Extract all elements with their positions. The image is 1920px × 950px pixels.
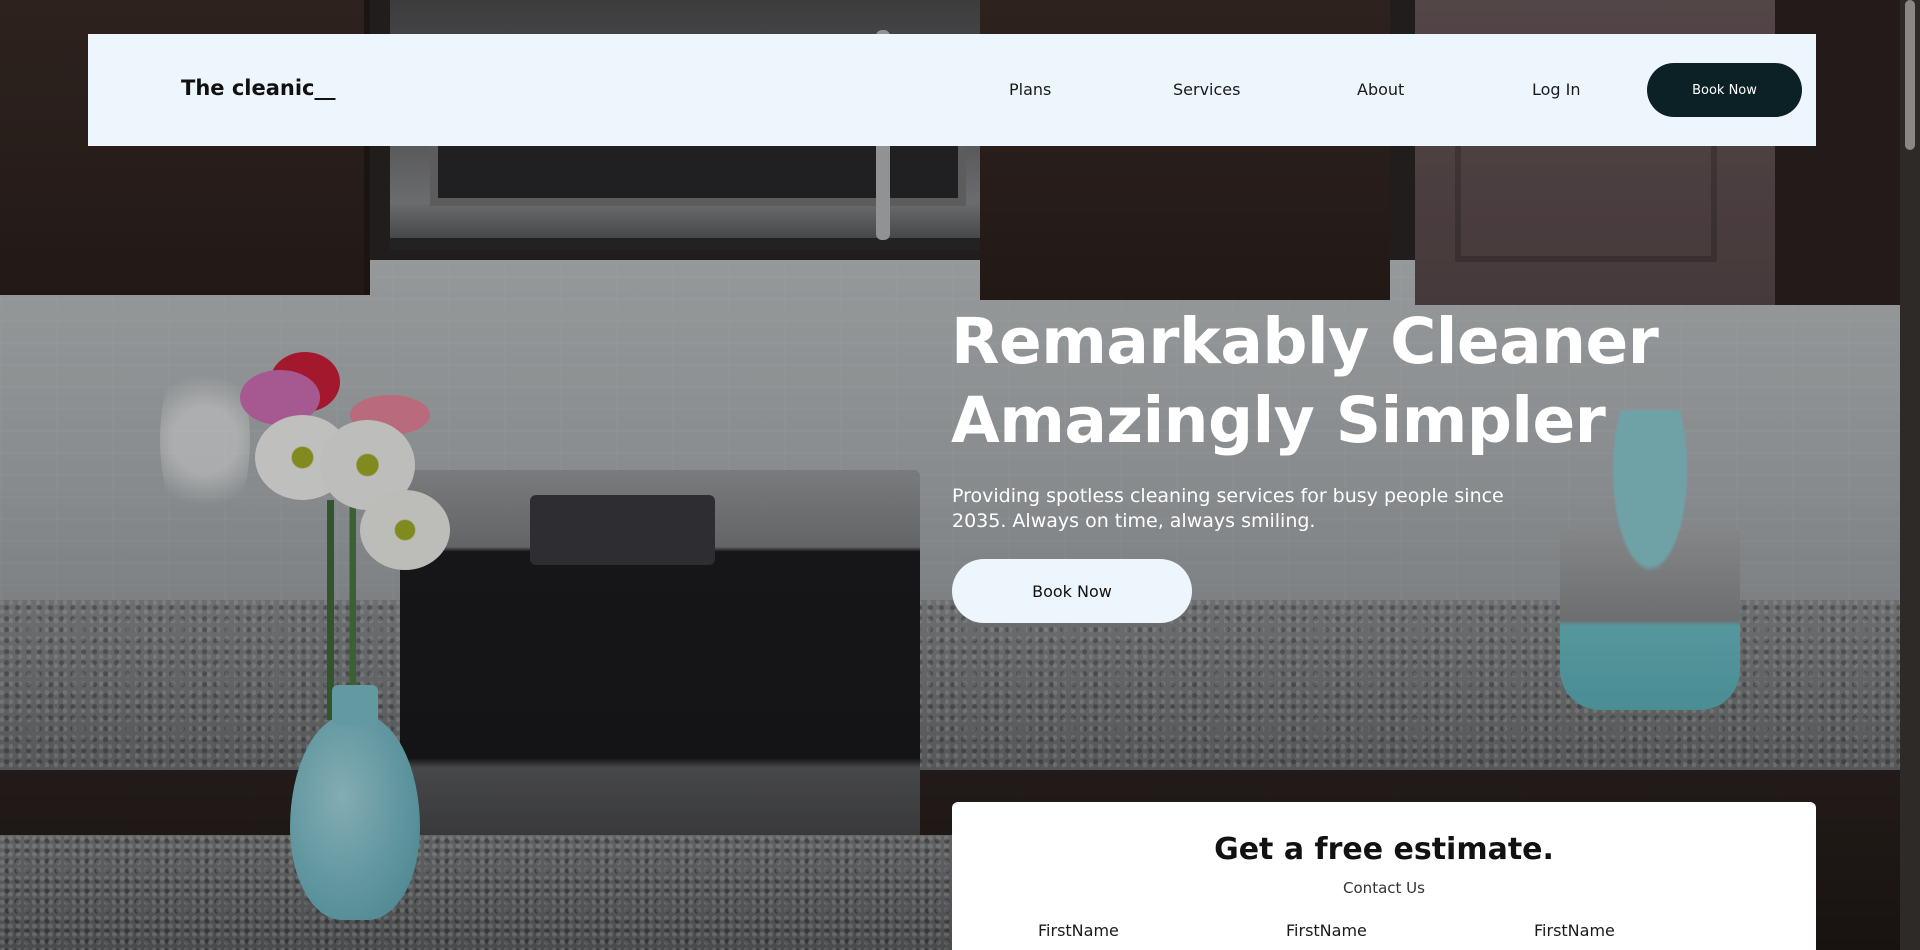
estimate-form-card: Get a free estimate. Contact Us FirstNam… — [952, 802, 1816, 950]
hero-title-line-1: Remarkably Cleaner — [951, 305, 1659, 378]
hero-book-now-button[interactable]: Book Now — [952, 559, 1192, 623]
first-name-label: FirstName — [1038, 921, 1119, 940]
hero-title: Remarkably Cleaner Amazingly Simpler — [951, 302, 1711, 460]
nav-plans[interactable]: Plans — [1009, 80, 1051, 99]
header-book-now-button[interactable]: Book Now — [1647, 63, 1802, 117]
site-logo[interactable]: The cleanic__ — [181, 76, 336, 100]
nav-about[interactable]: About — [1357, 80, 1404, 99]
hero-title-line-2: Amazingly Simpler — [951, 384, 1606, 457]
site-header: The cleanic__ Plans Services About Log I… — [88, 34, 1816, 146]
estimate-title: Get a free estimate. — [1214, 832, 1554, 867]
hero-subtitle: Providing spotless cleaning services for… — [952, 485, 1504, 532]
nav-services[interactable]: Services — [1173, 80, 1240, 99]
first-name-label: FirstName — [1286, 921, 1367, 940]
estimate-subtitle: Contact Us — [1343, 879, 1425, 897]
scrollbar-thumb[interactable] — [1905, 0, 1915, 150]
first-name-label: FirstName — [1534, 921, 1615, 940]
page-scrollbar[interactable] — [1900, 0, 1920, 950]
nav-login[interactable]: Log In — [1532, 80, 1581, 99]
